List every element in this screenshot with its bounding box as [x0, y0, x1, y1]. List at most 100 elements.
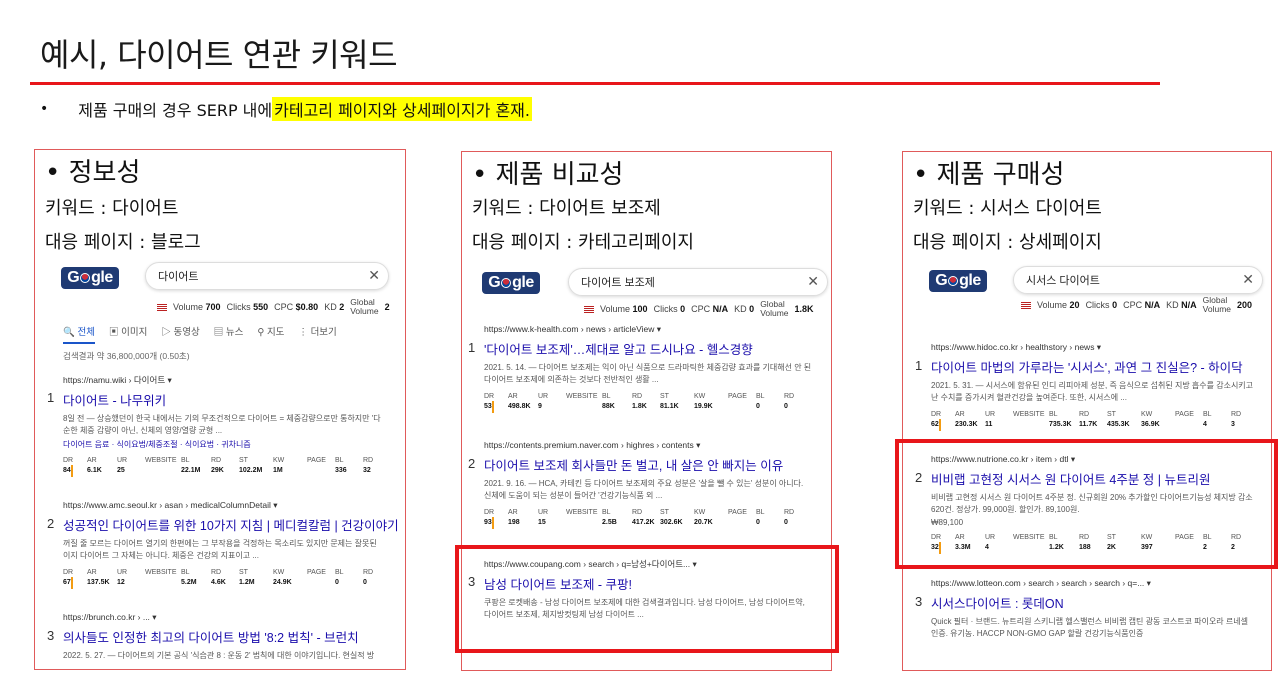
tab-more[interactable]: ⋮ 더보기	[298, 324, 336, 344]
metric-gv-label-2: Volume	[350, 306, 379, 316]
search-input[interactable]: 시서스 다이어트 ✕	[1013, 266, 1263, 294]
us-flag-icon	[584, 305, 594, 313]
seo-stat: KW 20.7K	[694, 509, 713, 526]
keyword-line: 키워드 : 시서스 다이어트	[913, 198, 1102, 219]
seo-stat: PAGE	[728, 509, 747, 516]
metric-clicks-label: Clicks	[1085, 300, 1110, 310]
close-icon[interactable]: ✕	[368, 267, 380, 284]
seo-stat: BL 0	[335, 569, 344, 586]
seo-stat: UR 12	[117, 569, 128, 586]
seo-stat: ST 1.2M	[239, 569, 255, 586]
seo-stat: PAGE	[1175, 411, 1194, 418]
seo-stat: ST 302.6K	[660, 509, 683, 526]
metric-cpc: $0.80	[295, 302, 319, 312]
close-icon[interactable]: ✕	[1242, 271, 1254, 288]
tab-maps[interactable]: ⚲ 지도	[257, 324, 284, 344]
flag-icon	[501, 278, 512, 288]
seo-stat: KW 24.9K	[273, 569, 292, 586]
search-input[interactable]: 다이어트 ✕	[145, 262, 389, 290]
seo-stat: BL 735.3K	[1049, 411, 1072, 428]
metric-volume: 20	[1069, 300, 1080, 310]
seo-stat: WEBSITE	[145, 457, 177, 464]
intro-text: 제품 구매의 경우 SERP 내에	[78, 101, 273, 120]
result-snippet: 2021. 9. 16. — HCA, 카테킨 등 다이어트 보조제의 주요 성…	[484, 479, 804, 500]
seo-stat: RD 3	[1231, 411, 1242, 428]
dr-bar	[492, 401, 494, 413]
tab-news[interactable]: ▤ 뉴스	[214, 324, 244, 344]
metric-clicks-label: Clicks	[653, 304, 678, 314]
seo-stat: ST 435.3K	[1107, 411, 1130, 428]
search-result: https://brunch.co.kr › ... ▾ 3 의사들도 인정한 …	[47, 612, 387, 662]
result-url[interactable]: https://namu.wiki › 다이어트 ▾	[63, 374, 387, 386]
us-flag-icon	[1021, 301, 1031, 309]
seo-stat: AR 6.1K	[87, 457, 102, 474]
seo-stat: WEBSITE	[566, 393, 598, 400]
google-logo: Ggle	[482, 272, 540, 294]
search-result: https://www.lotteon.com › search › searc…	[915, 578, 1271, 640]
title-divider	[30, 82, 1160, 85]
result-rank: 3	[915, 594, 923, 609]
seo-stat: PAGE	[307, 569, 326, 576]
metric-kd-label: KD	[734, 304, 747, 314]
tab-videos[interactable]: ▷ 동영상	[161, 324, 199, 344]
seo-stat: WEBSITE	[566, 509, 598, 516]
seo-stat: PAGE	[728, 393, 747, 400]
page-type-line: 대응 페이지 : 블로그	[45, 232, 201, 253]
google-logo: Ggle	[61, 267, 119, 289]
seo-stat: UR 9	[538, 393, 549, 410]
seo-stat: BL 336	[335, 457, 347, 474]
metric-volume-label: Volume	[1037, 300, 1068, 310]
search-input[interactable]: 다이어트 보조제 ✕	[568, 268, 828, 296]
keyword-metrics: Volume 20 Clicks 0 CPC N/A KD N/A Global…	[1021, 296, 1252, 314]
result-title[interactable]: 다이어트 - 나무위키	[63, 390, 387, 409]
result-sitelinks[interactable]: 다이어트 음료 · 식이요법/체중조절 · 식이요법 · 귀차니즘	[63, 439, 387, 450]
result-title[interactable]: '다이어트 보조제'…제대로 알고 드시나요 - 헬스경향	[484, 339, 828, 358]
result-url[interactable]: https://www.k-health.com › news › articl…	[484, 324, 828, 335]
seo-stat: PAGE	[307, 457, 326, 464]
seo-stat: ST 102.2M	[239, 457, 263, 474]
keyword-line: 키워드 : 다이어트 보조제	[472, 198, 661, 219]
seo-stat: BL 0	[756, 393, 765, 410]
close-icon[interactable]: ✕	[807, 273, 819, 290]
seo-stat: UR 11	[985, 411, 996, 428]
panel-heading: • 정보성	[45, 158, 141, 188]
metric-volume-label: Volume	[600, 304, 631, 314]
panel-heading: • 제품 비교성	[472, 160, 624, 190]
metric-volume: 100	[632, 304, 648, 314]
search-tabs: 🔍 전체 ▣ 이미지 ▷ 동영상 ▤ 뉴스 ⚲ 지도 ⋮ 더보기	[63, 324, 337, 344]
result-url[interactable]: https://www.lotteon.com › search › searc…	[931, 578, 1271, 589]
result-snippet: 2021. 5. 31. — 시서스에 함유된 인디 리피아제 성분, 즉 음식…	[931, 381, 1254, 402]
result-count: 검색결과 약 36,800,000개 (0.50초)	[63, 351, 190, 361]
seo-stats: DR 62 AR 230.3K UR 11 WEBSITE BL 735.3K RD 11.7K ST…	[931, 410, 1271, 434]
seo-stat: BL 4	[1203, 411, 1212, 428]
search-result: https://www.k-health.com › news › articl…	[468, 324, 828, 416]
result-url[interactable]: https://contents.premium.naver.com › hig…	[484, 440, 828, 451]
tab-all[interactable]: 🔍 전체	[63, 324, 95, 344]
serp-screenshot: Ggle 다이어트 ✕ Volume 700 Clicks 550 CPC $0…	[35, 262, 405, 669]
result-url[interactable]: https://www.amc.seoul.kr › asan › medica…	[63, 500, 387, 511]
search-result: https://contents.premium.naver.com › hig…	[468, 440, 828, 532]
seo-stat: AR 498.8K	[508, 393, 531, 410]
metric-clicks-label: Clicks	[226, 302, 251, 312]
tab-images[interactable]: ▣ 이미지	[109, 324, 147, 344]
result-title[interactable]: 의사들도 인정한 최고의 다이어트 방법 '8:2 법칙' - 브런치	[63, 627, 387, 646]
seo-stat: UR 15	[538, 509, 549, 526]
result-snippet: 2022. 5. 27. — 다이어트의 기본 공식 '식습관 8 : 운동 2…	[63, 651, 375, 660]
search-result: https://www.hidoc.co.kr › healthstory › …	[915, 342, 1271, 434]
result-title[interactable]: 시서스다이어트 : 롯데ON	[931, 593, 1271, 612]
result-rank: 1	[47, 390, 55, 405]
metric-gv-label-2: Volume	[760, 308, 789, 318]
seo-stat: RD 0	[784, 509, 795, 526]
result-url[interactable]: https://brunch.co.kr › ... ▾	[63, 612, 387, 623]
result-title[interactable]: 성공적인 다이어트를 위한 10가지 지침 | 메디컬칼럼 | 건강이야기	[63, 515, 399, 534]
result-title[interactable]: 다이어트 보조제 회사들만 돈 벌고, 내 살은 안 빠지는 이유	[484, 455, 828, 474]
metric-global-volume: 2	[384, 302, 390, 312]
result-title[interactable]: 다이어트 마법의 가루라는 '시서스', 과연 그 진실은? - 하이닥	[931, 357, 1271, 376]
metric-clicks: 0	[1112, 300, 1118, 310]
metric-cpc-label: CPC	[691, 304, 711, 314]
metric-kd-label: KD	[324, 302, 337, 312]
keyword-metrics: Volume 700 Clicks 550 CPC $0.80 KD 2 Glo…	[157, 298, 390, 316]
result-url[interactable]: https://www.hidoc.co.kr › healthstory › …	[931, 342, 1271, 353]
seo-stats: DR 53 AR 498.8K UR 9 WEBSITE BL 88K RD 1.8K ST 81.1K…	[484, 392, 828, 416]
seo-stat: BL 0	[756, 509, 765, 526]
